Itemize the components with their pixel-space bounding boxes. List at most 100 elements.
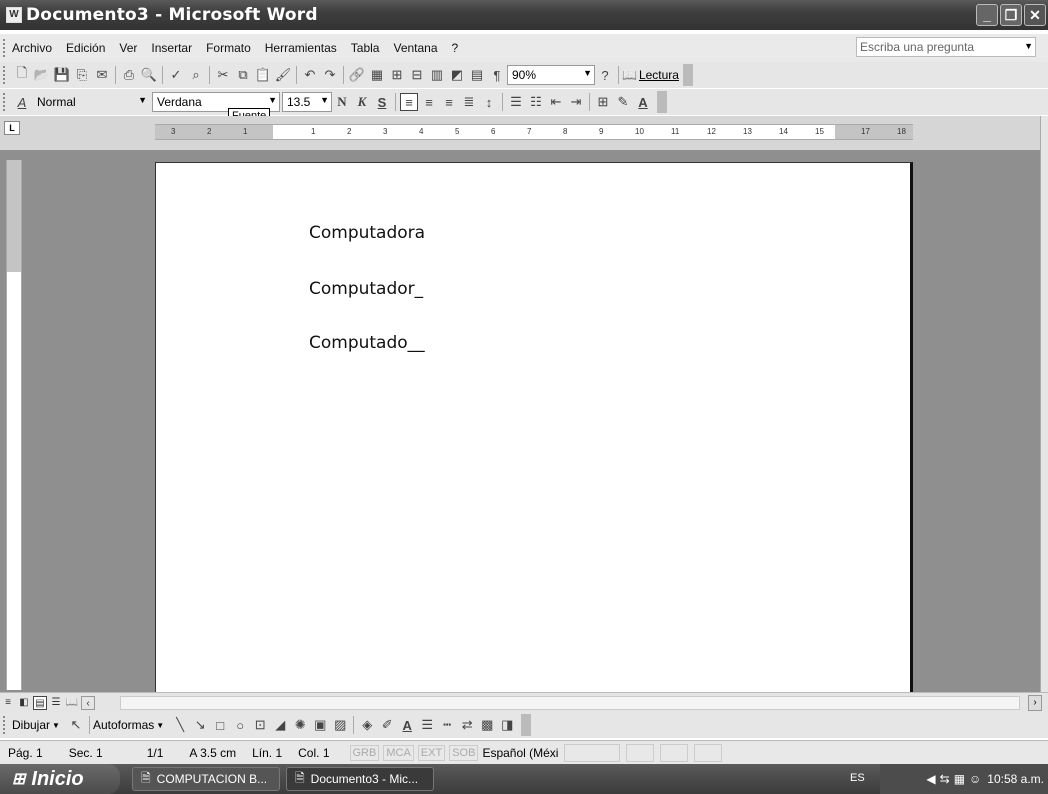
toolbar-options[interactable]	[521, 714, 532, 736]
underline-button[interactable]: S	[373, 93, 391, 111]
web-view-icon[interactable]: ◧	[17, 696, 31, 710]
font-color-icon[interactable]: A	[634, 93, 652, 111]
menu-help[interactable]: ?	[452, 41, 459, 55]
redo-icon[interactable]: ↷	[321, 66, 339, 84]
messenger-icon[interactable]: ☺	[969, 772, 981, 786]
highlight-icon[interactable]: ✎	[614, 93, 632, 111]
document-map-icon[interactable]: ▤	[468, 66, 486, 84]
tables-borders-icon[interactable]: ▦	[368, 66, 386, 84]
network-icon[interactable]: ⇆	[940, 772, 950, 786]
scroll-left-icon[interactable]: ‹	[81, 695, 95, 710]
draw-menu[interactable]: Dibujar	[12, 718, 50, 732]
paste-icon[interactable]: 📋	[254, 66, 272, 84]
select-objects-icon[interactable]: ↖	[67, 716, 85, 734]
permission-icon[interactable]: ⎘	[73, 66, 91, 84]
print-icon[interactable]: ⎙	[120, 66, 138, 84]
status-mca[interactable]: MCA	[383, 744, 414, 761]
status-sob[interactable]: SOB	[449, 744, 479, 761]
toolbar-grip[interactable]	[3, 716, 9, 734]
line-icon[interactable]: ╲	[171, 716, 189, 734]
toolbar-options[interactable]	[682, 64, 693, 86]
document-line[interactable]: Computadora	[309, 223, 425, 243]
styles-icon[interactable]: A	[13, 93, 31, 111]
align-center-icon[interactable]: ≡	[420, 93, 438, 111]
document-page[interactable]: Computadora Computador_ Computado__	[155, 162, 913, 702]
show-hide-icon[interactable]: ¶	[488, 66, 506, 84]
new-document-icon[interactable]: 🗋	[13, 65, 31, 84]
minimize-button[interactable]: _	[976, 4, 998, 26]
tab-selector[interactable]: L	[4, 121, 20, 135]
line-spacing-icon[interactable]: ↕	[480, 93, 498, 111]
bullets-icon[interactable]: ☷	[527, 93, 545, 111]
tray-app-icon[interactable]: ▦	[954, 772, 965, 786]
restore-button[interactable]: ❐	[1000, 4, 1022, 26]
textbox-icon[interactable]: ⊡	[251, 716, 269, 734]
shadow-icon[interactable]: ▩	[478, 716, 496, 734]
oval-icon[interactable]: ○	[231, 716, 249, 734]
toolbar-options[interactable]	[657, 91, 667, 113]
menu-archivo[interactable]: Archivo	[12, 41, 52, 55]
bold-button[interactable]: N	[333, 93, 351, 111]
menu-insertar[interactable]: Insertar	[151, 41, 192, 55]
arrow-icon[interactable]: ↘	[191, 716, 209, 734]
font-color-icon[interactable]: A	[398, 716, 416, 734]
style-select[interactable]: Normal ▼	[32, 92, 150, 112]
menu-grip[interactable]	[3, 39, 9, 57]
research-icon[interactable]: ⌕	[187, 66, 205, 84]
word-icon[interactable]: W	[6, 7, 22, 23]
clipart-icon[interactable]: ▣	[311, 716, 329, 734]
horizontal-ruler[interactable]: 3 2 1 1 2 3 4 5 6 7 8 9 10 11 12 13 14 1…	[155, 124, 913, 140]
clock[interactable]: 10:58 a.m.	[987, 772, 1044, 786]
increase-indent-icon[interactable]: ⇥	[567, 93, 585, 111]
vertical-scrollbar[interactable]	[1040, 116, 1048, 694]
status-language[interactable]: Español (Méxi	[482, 746, 558, 760]
reading-view-icon[interactable]: 📖	[65, 696, 79, 710]
dash-style-icon[interactable]: ┅	[438, 716, 456, 734]
menu-tabla[interactable]: Tabla	[351, 41, 380, 55]
zoom-select[interactable]: 90% ▼	[507, 65, 595, 85]
hyperlink-icon[interactable]: 🔗	[348, 66, 366, 84]
status-grb[interactable]: GRB	[349, 744, 380, 761]
normal-view-icon[interactable]: ≡	[1, 696, 15, 710]
horizontal-scrollbar[interactable]	[120, 696, 1020, 710]
align-right-icon[interactable]: ≡	[440, 93, 458, 111]
font-size-select[interactable]: 13.5 ▼	[282, 92, 332, 112]
taskbar-item-active[interactable]: 🗎 Documento3 - Mic...	[286, 767, 434, 791]
taskbar-item[interactable]: 🗎 COMPUTACION B...	[132, 767, 280, 791]
language-indicator[interactable]: ES	[850, 772, 865, 784]
status-ext[interactable]: EXT	[417, 744, 446, 761]
autoshapes-menu[interactable]: Autoformas	[93, 718, 154, 732]
document-line[interactable]: Computado__	[309, 333, 425, 353]
close-button[interactable]: ✕	[1024, 4, 1046, 26]
drawing-icon[interactable]: ◩	[448, 66, 466, 84]
print-layout-icon[interactable]: ▤	[33, 695, 47, 710]
borders-icon[interactable]: ⊞	[594, 93, 612, 111]
open-folder-icon[interactable]: 📂	[33, 66, 51, 84]
fill-color-icon[interactable]: ◈	[358, 716, 376, 734]
chevron-down-icon[interactable]: ▼	[1024, 41, 1033, 51]
cut-icon[interactable]: ✂	[214, 66, 232, 84]
menu-herramientas[interactable]: Herramientas	[265, 41, 337, 55]
menu-ventana[interactable]: Ventana	[393, 41, 437, 55]
save-icon[interactable]: 💾	[53, 66, 71, 84]
toolbar-grip[interactable]	[3, 66, 9, 84]
copy-icon[interactable]: ⧉	[234, 66, 252, 84]
menu-ver[interactable]: Ver	[119, 41, 137, 55]
insert-excel-icon[interactable]: ⊟	[408, 66, 426, 84]
scroll-right-icon[interactable]: ›	[1028, 695, 1042, 711]
line-color-icon[interactable]: ✐	[378, 716, 396, 734]
wordart-icon[interactable]: ◢	[271, 716, 289, 734]
toolbar-grip[interactable]	[3, 93, 9, 111]
menu-formato[interactable]: Formato	[206, 41, 251, 55]
decrease-indent-icon[interactable]: ⇤	[547, 93, 565, 111]
numbering-icon[interactable]: ☰	[507, 93, 525, 111]
email-icon[interactable]: ✉	[93, 66, 111, 84]
help-icon[interactable]: ?	[596, 66, 614, 84]
arrow-style-icon[interactable]: ⇄	[458, 716, 476, 734]
italic-button[interactable]: K	[353, 93, 371, 111]
diagram-icon[interactable]: ✺	[291, 716, 309, 734]
columns-icon[interactable]: ▥	[428, 66, 446, 84]
volume-icon[interactable]: ◀	[926, 772, 935, 786]
rectangle-icon[interactable]: □	[211, 716, 229, 734]
format-painter-icon[interactable]: 🖌	[274, 66, 292, 84]
